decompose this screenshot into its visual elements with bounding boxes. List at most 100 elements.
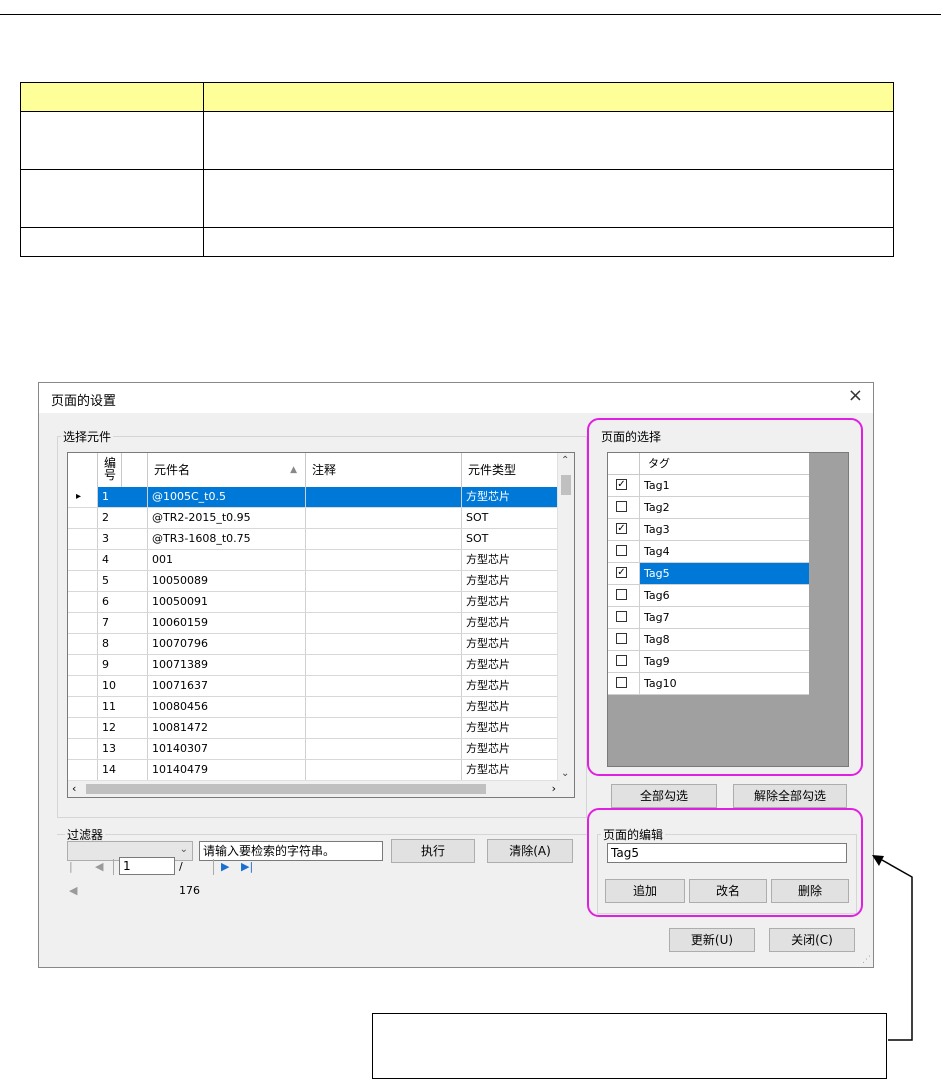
cell-note <box>306 697 462 717</box>
table-row[interactable]: 6 10050091 方型芯片 <box>68 592 560 613</box>
cell-number: 3 <box>98 529 148 549</box>
table-row[interactable]: 5 10050089 方型芯片 <box>68 571 560 592</box>
cell-type: 方型芯片 <box>462 718 560 738</box>
cell-note <box>306 592 462 612</box>
cell-name: 10071389 <box>148 655 306 675</box>
spec-table-row <box>20 111 894 170</box>
spec-table-row <box>20 169 894 228</box>
cell-type: 方型芯片 <box>462 487 560 507</box>
table-row[interactable]: 7 10060159 方型芯片 <box>68 613 560 634</box>
table-row[interactable]: 12 10081472 方型芯片 <box>68 718 560 739</box>
cell-type: 方型芯片 <box>462 697 560 717</box>
first-page-icon[interactable]: |◀ <box>69 855 77 903</box>
scroll-up-icon[interactable]: ⌃ <box>561 455 569 466</box>
table-row[interactable]: 13 10140307 方型芯片 <box>68 739 560 760</box>
table-row[interactable]: 8 10070796 方型芯片 <box>68 634 560 655</box>
cell-type: SOT <box>462 508 560 528</box>
cell-type: 方型芯片 <box>462 550 560 570</box>
cell-note <box>306 529 462 549</box>
grid-horizontal-scrollbar[interactable]: ‹ › <box>68 780 560 797</box>
scroll-down-icon[interactable]: ⌄ <box>561 768 569 779</box>
cell-note <box>306 760 462 780</box>
close-icon[interactable]: × <box>848 385 863 406</box>
resize-grip-icon[interactable]: ⋰ <box>862 955 871 965</box>
parts-grid[interactable]: 编号 元件名 ▲ 注释 元件类型 ▸ 1 @1005C_t0.5 方型芯片 2 @TR2-2… <box>67 452 575 798</box>
cell-name: 10050091 <box>148 592 306 612</box>
cell-type: 方型芯片 <box>462 676 560 696</box>
cell-number: 10 <box>98 676 148 696</box>
table-row[interactable]: 14 10140479 方型芯片 <box>68 760 560 781</box>
cell-note <box>306 508 462 528</box>
grid-vertical-scrollbar[interactable]: ⌃ ⌄ <box>557 453 574 781</box>
clear-button[interactable]: 清除(A) <box>487 839 573 863</box>
cell-number: 6 <box>98 592 148 612</box>
next-page-icon[interactable]: ▶ <box>221 855 229 879</box>
dialog-title: 页面的设置 <box>51 394 117 409</box>
spec-table <box>20 82 894 257</box>
cell-name: 001 <box>148 550 306 570</box>
callout-box <box>372 1013 887 1079</box>
row-header <box>68 655 98 675</box>
chevron-down-icon[interactable]: ⌄ <box>180 844 188 855</box>
scroll-thumb[interactable] <box>561 475 571 495</box>
cell-note <box>306 718 462 738</box>
cell-name: 10140479 <box>148 760 306 780</box>
table-row[interactable]: ▸ 1 @1005C_t0.5 方型芯片 <box>68 487 560 508</box>
cell-name: 10071637 <box>148 676 306 696</box>
cell-note <box>306 613 462 633</box>
execute-button[interactable]: 执行 <box>391 839 475 863</box>
row-header <box>68 718 98 738</box>
table-row[interactable]: 11 10080456 方型芯片 <box>68 697 560 718</box>
cell-type: 方型芯片 <box>462 571 560 591</box>
uncheck-all-button[interactable]: 解除全部勾选 <box>733 784 847 808</box>
row-header <box>68 760 98 780</box>
page-total: / 176 <box>179 860 200 897</box>
column-header-name[interactable]: 元件名 ▲ <box>148 453 306 487</box>
cell-name: 10081472 <box>148 718 306 738</box>
row-header <box>68 613 98 633</box>
cell-type: SOT <box>462 529 560 549</box>
scroll-right-icon[interactable]: › <box>552 782 556 795</box>
last-page-icon[interactable]: ▶| <box>241 855 253 879</box>
cell-note <box>306 634 462 654</box>
scroll-left-icon[interactable]: ‹ <box>72 782 76 795</box>
row-header: ▸ <box>68 487 98 507</box>
cell-type: 方型芯片 <box>462 592 560 612</box>
row-header <box>68 508 98 528</box>
check-all-button[interactable]: 全部勾选 <box>611 784 717 808</box>
table-row[interactable]: 2 @TR2-2015_t0.95 SOT <box>68 508 560 529</box>
table-row[interactable]: 4 001 方型芯片 <box>68 550 560 571</box>
column-header-type[interactable]: 元件类型 <box>462 453 560 487</box>
row-header <box>68 634 98 654</box>
page-settings-dialog: 页面的设置 × 选择元件 编号 元件名 ▲ 注释 元件类型 ▸ 1 @1005C_t0… <box>38 382 874 968</box>
cell-type: 方型芯片 <box>462 760 560 780</box>
cell-note <box>306 550 462 570</box>
cell-note <box>306 571 462 591</box>
table-row[interactable]: 10 10071637 方型芯片 <box>68 676 560 697</box>
update-button[interactable]: 更新(U) <box>669 928 755 952</box>
cell-type: 方型芯片 <box>462 655 560 675</box>
cell-number: 8 <box>98 634 148 654</box>
prev-page-icon[interactable]: ◀ <box>95 855 103 879</box>
top-rule <box>0 14 941 15</box>
grid-header: 编号 元件名 ▲ 注释 元件类型 <box>68 453 560 488</box>
row-header <box>68 676 98 696</box>
cell-number: 1 <box>98 487 148 507</box>
cell-type: 方型芯片 <box>462 613 560 633</box>
cell-name: @TR3-1608_t0.75 <box>148 529 306 549</box>
cell-name: 10060159 <box>148 613 306 633</box>
cell-number: 13 <box>98 739 148 759</box>
cell-name: 10140307 <box>148 739 306 759</box>
parts-group-label: 选择元件 <box>61 428 114 445</box>
page-number-input[interactable]: 1 <box>119 857 175 875</box>
cell-number: 2 <box>98 508 148 528</box>
column-header-note[interactable]: 注释 <box>306 453 462 487</box>
hscroll-thumb[interactable] <box>86 784 486 794</box>
table-row[interactable]: 3 @TR3-1608_t0.75 SOT <box>68 529 560 550</box>
spec-table-row <box>20 227 894 257</box>
cell-number: 12 <box>98 718 148 738</box>
close-button[interactable]: 关闭(C) <box>769 928 855 952</box>
row-header <box>68 697 98 717</box>
table-row[interactable]: 9 10071389 方型芯片 <box>68 655 560 676</box>
spec-table-header <box>20 82 894 112</box>
